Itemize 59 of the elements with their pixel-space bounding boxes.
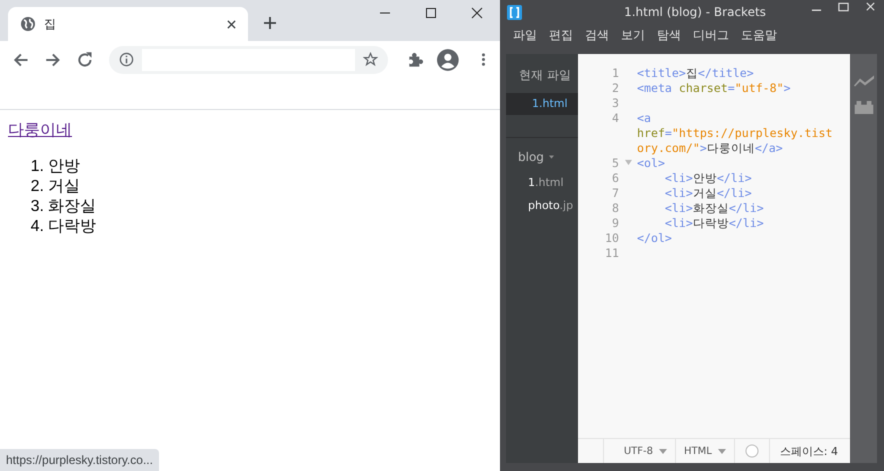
line-number: 11	[604, 246, 619, 261]
caret-icon[interactable]	[548, 155, 554, 159]
browser-tab[interactable]: 집	[8, 7, 248, 41]
list-item: 다락방	[48, 217, 96, 237]
code-line: <li>안방</li>	[664, 171, 753, 186]
line-number: 1	[611, 66, 619, 81]
menu-item[interactable]: 도움말	[741, 26, 777, 44]
code-line: <meta charset="utf-8">	[637, 81, 792, 96]
project-file[interactable]: 1.html	[506, 176, 578, 199]
line-number: 9	[611, 216, 619, 231]
code-line: <ol>	[637, 156, 666, 171]
list-marker: 3.	[30, 197, 44, 217]
window-title: 1.html (blog) - Brackets	[624, 5, 766, 19]
list-item: 안방	[48, 157, 80, 177]
menu-item[interactable]: 보기	[621, 26, 645, 44]
encoding-dropdown[interactable]: UTF-8	[624, 446, 653, 456]
list-marker: 4.	[30, 217, 44, 237]
info-icon[interactable]	[119, 52, 134, 67]
reload-icon[interactable]	[76, 50, 94, 68]
brackets-logo-icon	[507, 4, 522, 20]
menu-item[interactable]: 파일	[513, 26, 537, 44]
list-item: 거실	[48, 177, 80, 197]
status-url: https://purplesky.tistory.co...	[0, 449, 159, 471]
line-number: 7	[611, 186, 619, 201]
line-number: 2	[611, 81, 619, 96]
code-line: <a href="https://purplesky.tistory.com/">다룽이네</a>	[637, 111, 834, 156]
list-marker: 1.	[30, 157, 44, 177]
page-link[interactable]: 다룽이네	[8, 122, 72, 139]
line-number: 3	[611, 96, 619, 111]
plus-icon[interactable]	[264, 17, 276, 29]
project-file[interactable]: photo.jp	[506, 199, 578, 222]
working-files-header: 현재 파일	[518, 67, 572, 84]
close-icon[interactable]	[227, 20, 236, 28]
line-number: 5	[611, 156, 619, 171]
working-file[interactable]: 1.html	[506, 93, 578, 115]
list-marker: 2.	[30, 177, 44, 197]
code-line: </ol>	[637, 231, 673, 246]
line-number: 8	[611, 201, 619, 216]
project-name[interactable]: blog	[518, 150, 544, 164]
line-number: 10	[604, 231, 619, 246]
caret-icon[interactable]	[658, 448, 667, 454]
list-item: 화장실	[48, 197, 96, 217]
code-line: <li>거실</li>	[664, 186, 753, 201]
code-line: <li>화장실</li>	[664, 201, 765, 216]
menu-item[interactable]: 편집	[549, 26, 573, 44]
line-number: 6	[611, 171, 619, 186]
star-icon[interactable]	[362, 52, 378, 67]
menu-item[interactable]: 검색	[585, 26, 609, 44]
code-line: <li>다락방</li>	[664, 216, 765, 231]
menu-item[interactable]: 탐색	[657, 26, 681, 44]
globe-icon	[20, 16, 36, 32]
tab-title: 집	[44, 16, 57, 32]
menu-icon[interactable]	[481, 52, 486, 67]
line-number: 4	[611, 111, 619, 127]
code-line: <title>집</title>	[637, 66, 755, 81]
avatar-icon[interactable]	[437, 48, 460, 70]
menu-item[interactable]: 디버그	[693, 26, 729, 44]
language-dropdown[interactable]: HTML	[684, 446, 712, 456]
caret-icon[interactable]	[718, 448, 726, 454]
